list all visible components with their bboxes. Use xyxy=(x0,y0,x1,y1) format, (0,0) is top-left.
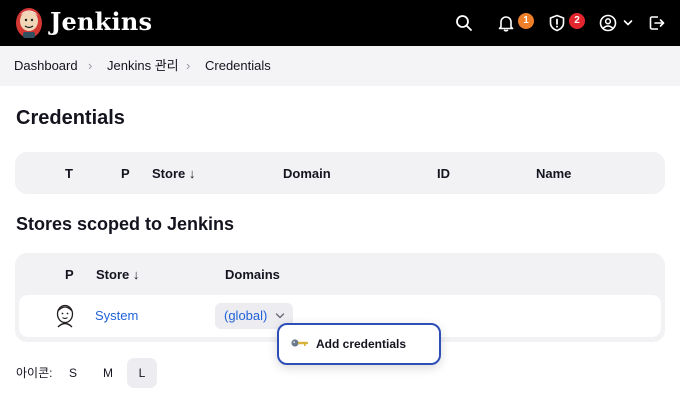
jenkins-logo[interactable] xyxy=(14,4,44,42)
breadcrumb-separator: › xyxy=(186,58,191,73)
breadcrumb-manage-jenkins[interactable]: Jenkins 관리 xyxy=(107,58,179,74)
column-store-label: Store xyxy=(152,166,186,181)
chevron-down-icon xyxy=(275,313,285,319)
key-icon xyxy=(291,339,308,347)
icon-size-large[interactable]: L xyxy=(127,358,157,388)
user-account-icon xyxy=(599,14,617,32)
sort-descending-icon: ↓ xyxy=(188,166,196,181)
logout-icon xyxy=(649,16,665,30)
add-credentials-label: Add credentials xyxy=(316,337,407,351)
chevron-down-icon xyxy=(623,20,633,26)
top-header: Jenkins 1 2 xyxy=(0,0,680,46)
column-provider[interactable]: P xyxy=(65,267,74,283)
column-store[interactable]: Store ↓ xyxy=(96,267,139,283)
shield-alert-icon xyxy=(549,14,565,32)
breadcrumb: Dashboard › Jenkins 관리 › Credentials xyxy=(0,46,680,86)
column-domains: Domains xyxy=(225,267,280,282)
column-store[interactable]: Store ↓ xyxy=(152,166,195,182)
add-credentials-menu-item[interactable]: Add credentials xyxy=(283,329,435,359)
credentials-table: T P Store ↓ Domain ID Name xyxy=(15,152,665,194)
column-provider[interactable]: P xyxy=(121,166,130,182)
icon-size-medium[interactable]: M xyxy=(93,358,123,388)
search-button[interactable] xyxy=(452,0,476,46)
breadcrumb-credentials[interactable]: Credentials xyxy=(205,58,271,74)
security-button[interactable]: 2 xyxy=(545,0,587,46)
domain-dropdown-menu: Add credentials xyxy=(277,323,441,365)
notifications-button[interactable]: 1 xyxy=(494,0,534,46)
column-domain[interactable]: Domain xyxy=(283,166,331,182)
column-type[interactable]: T xyxy=(65,166,73,182)
security-badge: 2 xyxy=(569,13,585,29)
brand-name[interactable]: Jenkins xyxy=(50,7,152,37)
page-title: Credentials xyxy=(16,107,125,129)
user-menu-button[interactable] xyxy=(596,0,636,46)
icon-size-small[interactable]: S xyxy=(58,358,88,388)
column-id[interactable]: ID xyxy=(437,166,450,182)
store-link-system[interactable]: System xyxy=(95,308,138,324)
sort-descending-icon: ↓ xyxy=(132,267,140,282)
column-name[interactable]: Name xyxy=(536,166,571,182)
column-store-label: Store xyxy=(96,267,130,282)
icon-size-label: 아이콘: xyxy=(16,366,53,380)
search-icon xyxy=(456,15,472,31)
bell-icon xyxy=(498,16,514,32)
breadcrumb-dashboard[interactable]: Dashboard xyxy=(14,58,78,74)
domain-label: (global) xyxy=(224,308,268,323)
logout-button[interactable] xyxy=(646,0,668,46)
notifications-badge: 1 xyxy=(518,13,534,29)
jenkins-system-icon xyxy=(56,304,74,328)
stores-section-title: Stores scoped to Jenkins xyxy=(16,214,235,234)
breadcrumb-separator: › xyxy=(88,58,93,73)
